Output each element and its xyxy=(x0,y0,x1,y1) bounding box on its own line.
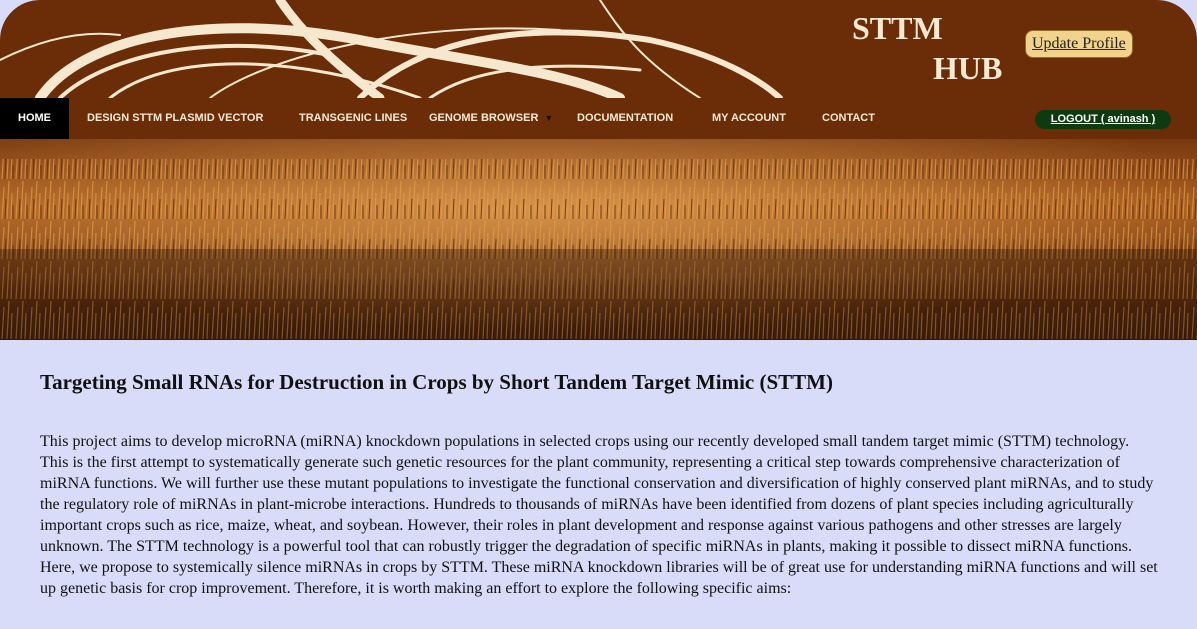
site-header: STTM HUB Update Profile xyxy=(0,0,1197,98)
page-title: Targeting Small RNAs for Destruction in … xyxy=(40,370,833,394)
nav-item-transgenic-lines[interactable]: TRANSGENIC LINES xyxy=(299,98,407,139)
project-description: This project aims to develop microRNA (m… xyxy=(40,433,1158,597)
wheat-field-banner-image xyxy=(0,139,1197,340)
nav-item-genome-browser-label: GENOME BROWSER xyxy=(429,112,539,124)
nav-item-contact[interactable]: CONTACT xyxy=(822,98,875,139)
nav-item-design-sttm-plasmid-vector[interactable]: DESIGN STTM PLASMID VECTOR xyxy=(87,98,263,139)
logo-text-hub: HUB xyxy=(933,50,1003,86)
nav-item-home[interactable]: HOME xyxy=(0,98,69,139)
logout-button[interactable]: LOGOUT ( avinash ) xyxy=(1035,110,1171,129)
nav-item-documentation[interactable]: DOCUMENTATION xyxy=(577,98,673,139)
nav-item-my-account[interactable]: MY ACCOUNT xyxy=(712,98,786,139)
nav-item-genome-browser[interactable]: GENOME BROWSER ▼ xyxy=(429,98,553,139)
logo-text-sttm: STTM xyxy=(852,10,943,46)
dropdown-arrow-icon: ▼ xyxy=(544,113,554,123)
main-content: Targeting Small RNAs for Destruction in … xyxy=(40,370,1160,599)
main-navigation: HOME DESIGN STTM PLASMID VECTOR TRANSGEN… xyxy=(0,98,1197,139)
site-logo[interactable]: STTM HUB xyxy=(852,8,1022,88)
update-profile-button[interactable]: Update Profile xyxy=(1025,30,1133,58)
